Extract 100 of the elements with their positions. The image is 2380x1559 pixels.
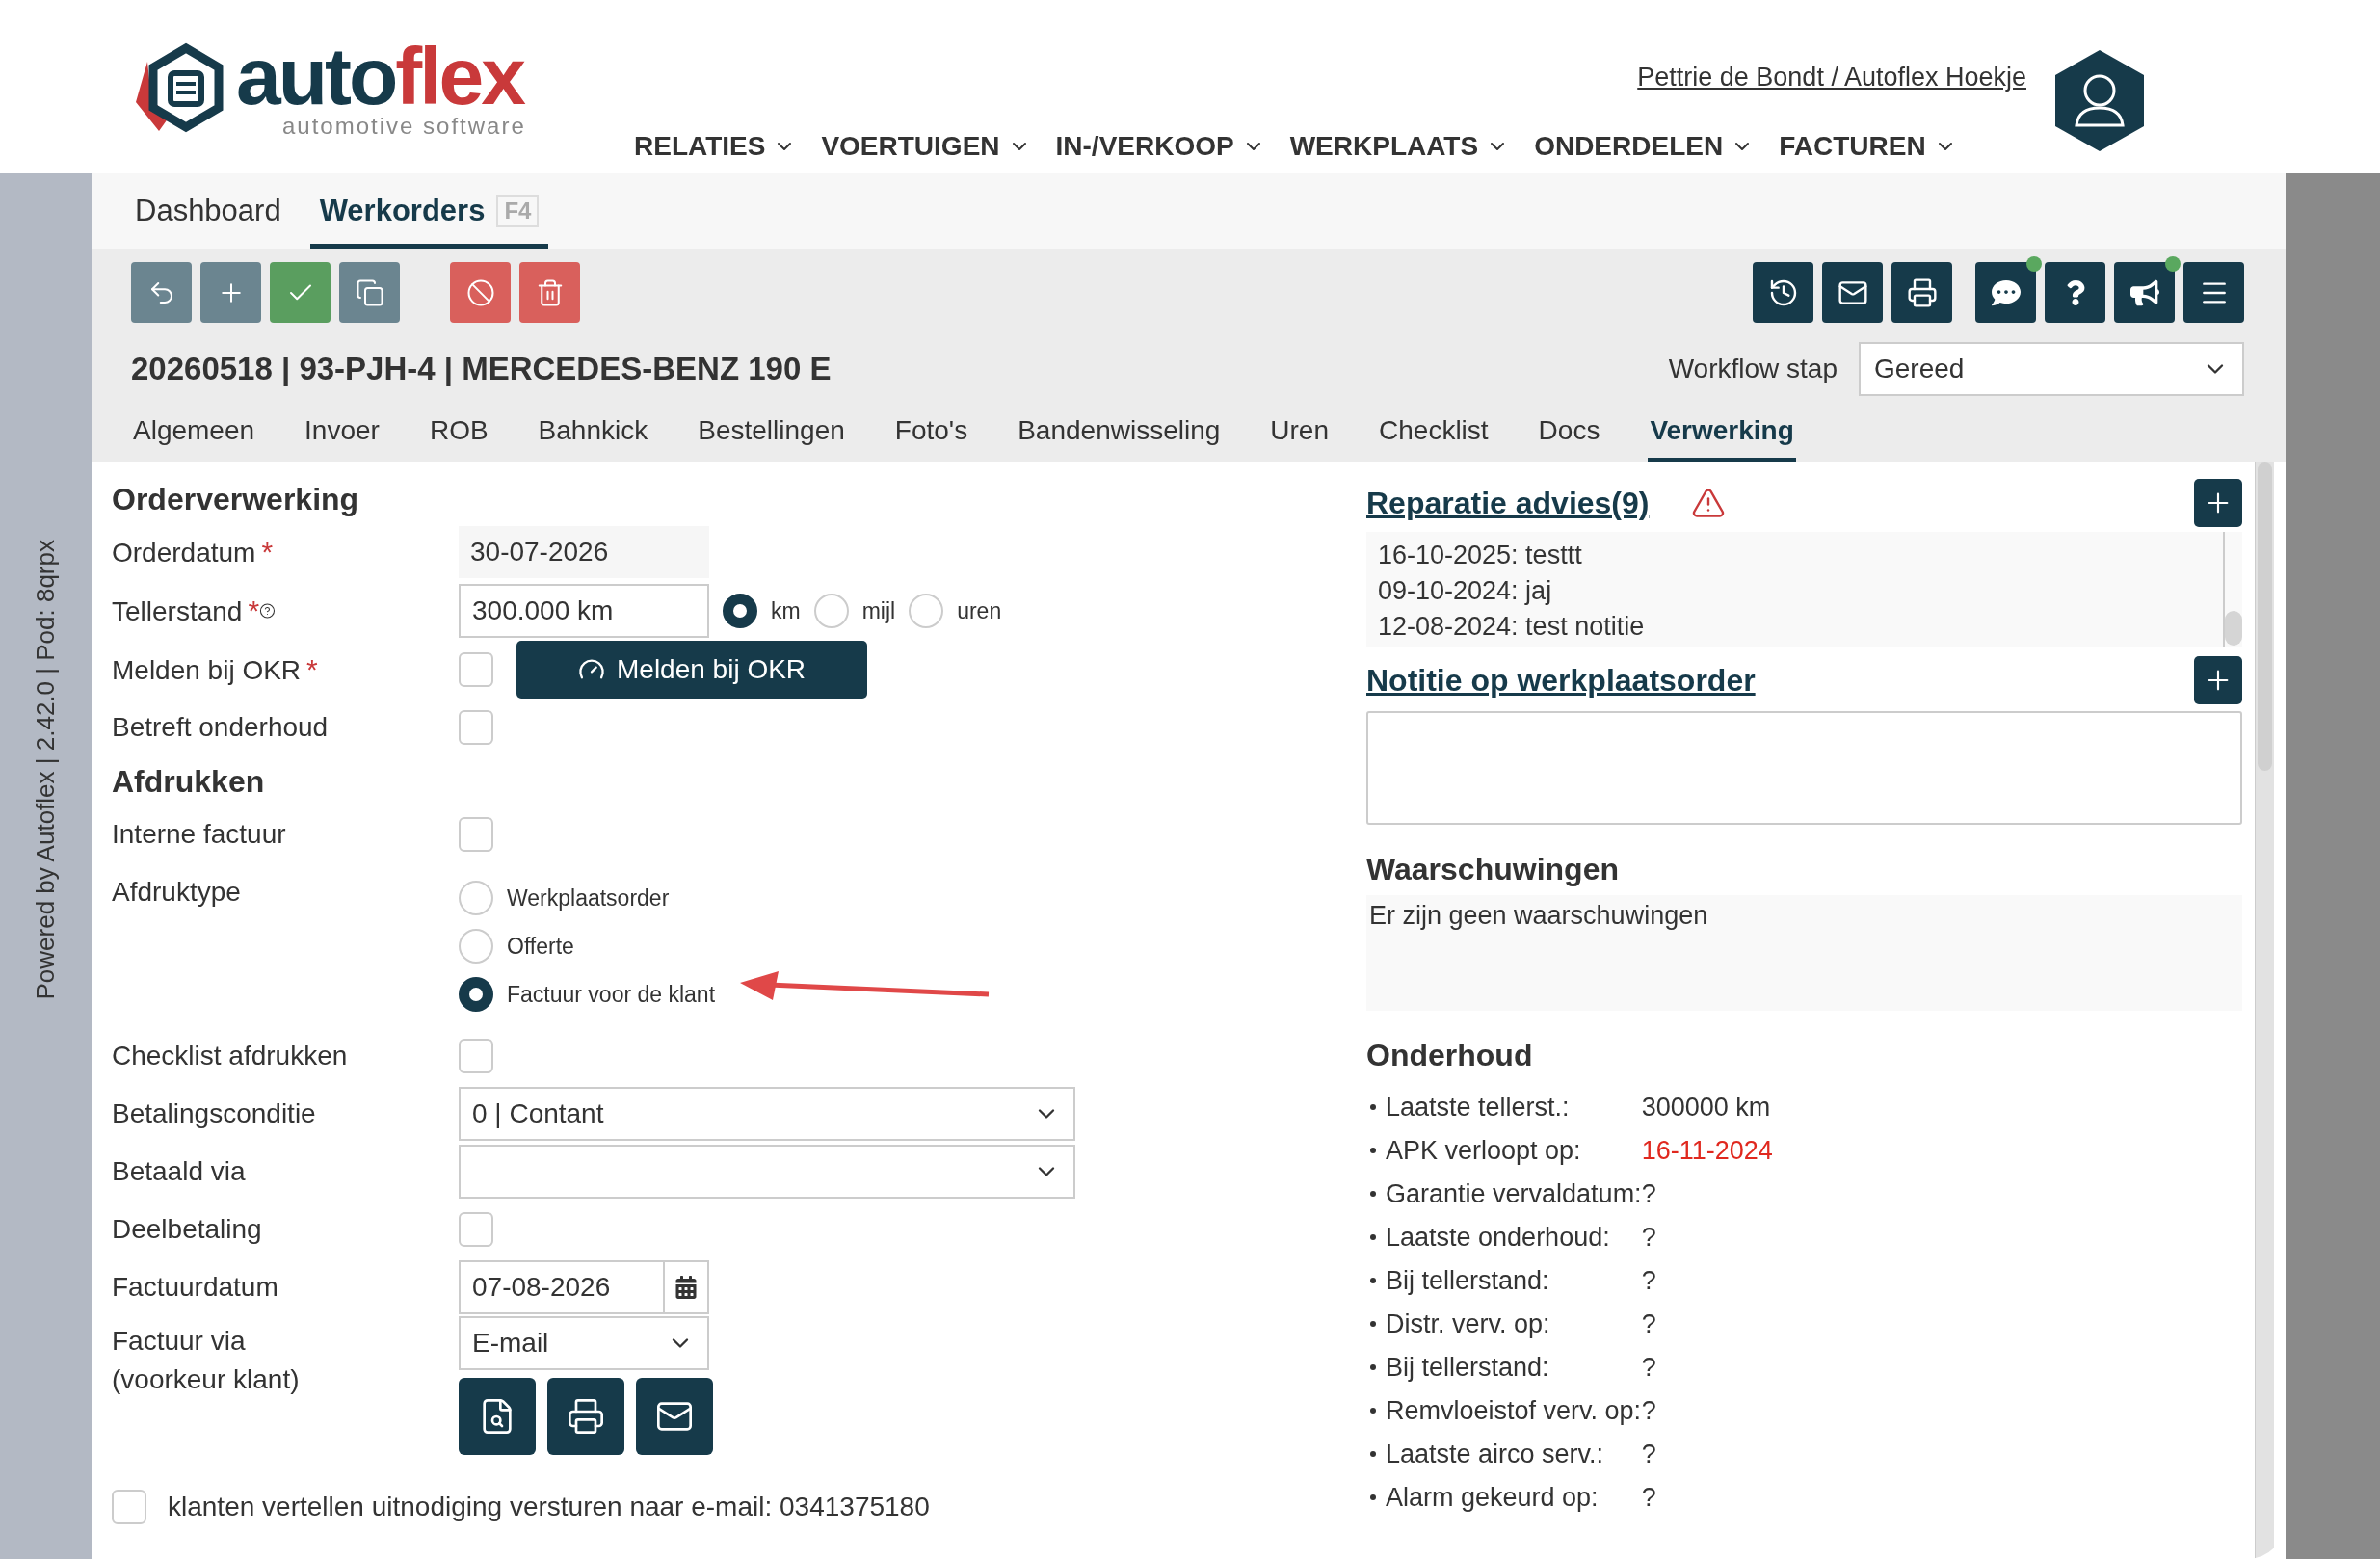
odometer-input[interactable]: 300.000 km	[459, 584, 709, 638]
unit-radio[interactable]: uren	[909, 594, 1002, 628]
unit-radio[interactable]: mijl	[813, 594, 896, 628]
workflow-select[interactable]: Gereed	[1859, 342, 2244, 396]
maintenance-value: ?	[1641, 1179, 1657, 1209]
section-heading: Afdrukken	[112, 764, 266, 800]
checkbox[interactable]	[459, 817, 493, 852]
maintenance-value: ?	[1641, 1440, 1657, 1469]
note-link[interactable]: Notitie op werkplaatsorder	[1366, 662, 1756, 699]
maintenance-label: APK verloopt op:	[1366, 1136, 1642, 1166]
nav-menu-item[interactable]: IN-/VERKOOP	[1055, 131, 1265, 162]
maintenance-value: ?	[1641, 1266, 1657, 1296]
checkbox[interactable]	[459, 1039, 493, 1073]
section-tab[interactable]: Invoer	[303, 408, 382, 462]
nav-menu-item[interactable]: FACTUREN	[1779, 131, 1957, 162]
warnings-text: Er zijn geen waarschuwingen	[1366, 895, 2242, 1011]
preview-button[interactable]	[459, 1378, 536, 1455]
print-type-radio[interactable]: Factuur voor de klant	[459, 977, 1326, 1012]
nav-menu-item[interactable]: WERKPLAATS	[1289, 131, 1510, 162]
toolbar-button[interactable]	[1891, 262, 1952, 323]
maintenance-value: ?	[1641, 1353, 1657, 1383]
maintenance-value: ?	[1641, 1223, 1657, 1253]
checkbox[interactable]	[459, 710, 493, 745]
maintenance-value: ?	[1641, 1309, 1657, 1339]
field-label: Betreft onderhoud	[112, 712, 329, 743]
print-type-radio[interactable]: Werkplaatsorder	[459, 881, 1326, 915]
checkbox[interactable]	[459, 652, 493, 687]
maintenance-label: Laatste onderhoud:	[1366, 1223, 1642, 1253]
section-tab[interactable]: Foto's	[892, 408, 970, 462]
maintenance-value: 16-11-2024	[1641, 1136, 1774, 1166]
unit-radio[interactable]: km	[723, 594, 801, 628]
maintenance-value: 300000 km	[1641, 1093, 1772, 1123]
section-heading: Orderverwerking	[112, 482, 360, 517]
maintenance-label: Laatste tellerst.:	[1366, 1093, 1642, 1123]
field-label: Betalingsconditie	[112, 1098, 316, 1129]
section-heading: Onderhoud	[1366, 1038, 1534, 1073]
section-tab[interactable]: Algemeen	[131, 408, 257, 462]
section-tab[interactable]: Verwerking	[1648, 408, 1796, 462]
avatar-icon[interactable]	[2055, 50, 2144, 151]
user-link[interactable]: Pettrie de Bondt / Autoflex Hoekje	[1637, 63, 2026, 92]
toolbar-button[interactable]	[1975, 262, 2036, 323]
section-tab[interactable]: Bahnkick	[536, 408, 650, 462]
date-field[interactable]: 07-08-2026	[459, 1260, 709, 1314]
maintenance-label: Remvloeistof verv. op:	[1366, 1396, 1642, 1426]
select-field[interactable]: E-mail	[459, 1316, 709, 1370]
section-tab[interactable]: Bandenwisseling	[1016, 408, 1223, 462]
scroll-thumb[interactable]	[2258, 462, 2272, 771]
field-label: Factuurdatum	[112, 1272, 278, 1303]
nav-menu-item[interactable]: RELATIES	[634, 131, 797, 162]
nav-menu-item[interactable]: ONDERDELEN	[1534, 131, 1755, 162]
logo-tagline: automotive software	[282, 113, 526, 140]
field-label: Factuur via	[112, 1326, 247, 1357]
megaphone-icon	[2129, 277, 2159, 307]
select-field[interactable]	[459, 1145, 1075, 1199]
chat-icon	[1991, 277, 2021, 307]
toolbar-button[interactable]	[2045, 262, 2105, 323]
maintenance-value: ?	[1641, 1483, 1657, 1513]
version-label: Powered by Autoflex | 2.42.0 | Pod: 8qrpx	[31, 540, 61, 1000]
field-label: Betaald via	[112, 1156, 246, 1187]
order-title: 20260518 | 93-PJH-4 | MERCEDES-BENZ 190 E	[131, 351, 832, 387]
nav-menu-item[interactable]: VOERTUIGEN	[821, 131, 1031, 162]
printer-icon	[1906, 277, 1938, 308]
checkbox[interactable]	[459, 1212, 493, 1247]
add-button[interactable]	[2194, 656, 2242, 704]
email-button[interactable]	[636, 1378, 713, 1455]
field-label: Orderdatum *	[112, 536, 274, 568]
print-button[interactable]	[547, 1378, 624, 1455]
add-button[interactable]	[2194, 479, 2242, 527]
calendar-icon	[674, 1276, 698, 1299]
section-tab[interactable]: Bestellingen	[696, 408, 847, 462]
field-label: (voorkeur klant)	[112, 1364, 301, 1395]
maintenance-value: ?	[1641, 1396, 1657, 1426]
invite-checkbox[interactable]: klanten vertellen uitnodiging versturen naar e-mail: 0341375180	[112, 1490, 1326, 1524]
section-tab[interactable]: ROB	[427, 408, 490, 462]
toolbar-button[interactable]	[1822, 262, 1883, 323]
repair-advice-link[interactable]: Reparatie advies(9)	[1366, 485, 1650, 521]
copy-icon	[355, 277, 384, 307]
maintenance-label: Laatste airco serv.:	[1366, 1440, 1642, 1469]
maintenance-label: Alarm gekeurd op:	[1366, 1483, 1642, 1513]
toolbar-button[interactable]	[1753, 262, 1813, 323]
page-tab[interactable]: Dashboard	[125, 173, 291, 249]
shortcut-badge: F4	[496, 195, 540, 227]
field-label: Deelbetaling	[112, 1214, 262, 1245]
section-tab[interactable]: Uren	[1268, 408, 1331, 462]
maintenance-label: Bij tellerstand:	[1366, 1353, 1642, 1383]
logo-wordmark: autoflex	[236, 38, 526, 115]
note-field[interactable]	[1366, 711, 2242, 825]
scroll-thumb[interactable]	[2225, 611, 2242, 646]
printer-icon	[567, 1397, 605, 1436]
print-type-radio[interactable]: Offerte	[459, 929, 1326, 964]
maintenance-label: Bij tellerstand:	[1366, 1266, 1642, 1296]
cancel-icon	[465, 277, 495, 307]
section-tab[interactable]: Docs	[1536, 408, 1602, 462]
maintenance-label: Garantie vervaldatum:	[1366, 1179, 1642, 1209]
toolbar-button[interactable]	[2114, 262, 2175, 323]
toolbar-button[interactable]	[2183, 262, 2244, 323]
advice-item: 16-10-2025: testtt	[1378, 541, 1583, 570]
section-tab[interactable]: Checklist	[1377, 408, 1491, 462]
report-button[interactable]: Melden bij OKR	[516, 641, 868, 699]
select-field[interactable]: 0 | Contant	[459, 1087, 1075, 1141]
